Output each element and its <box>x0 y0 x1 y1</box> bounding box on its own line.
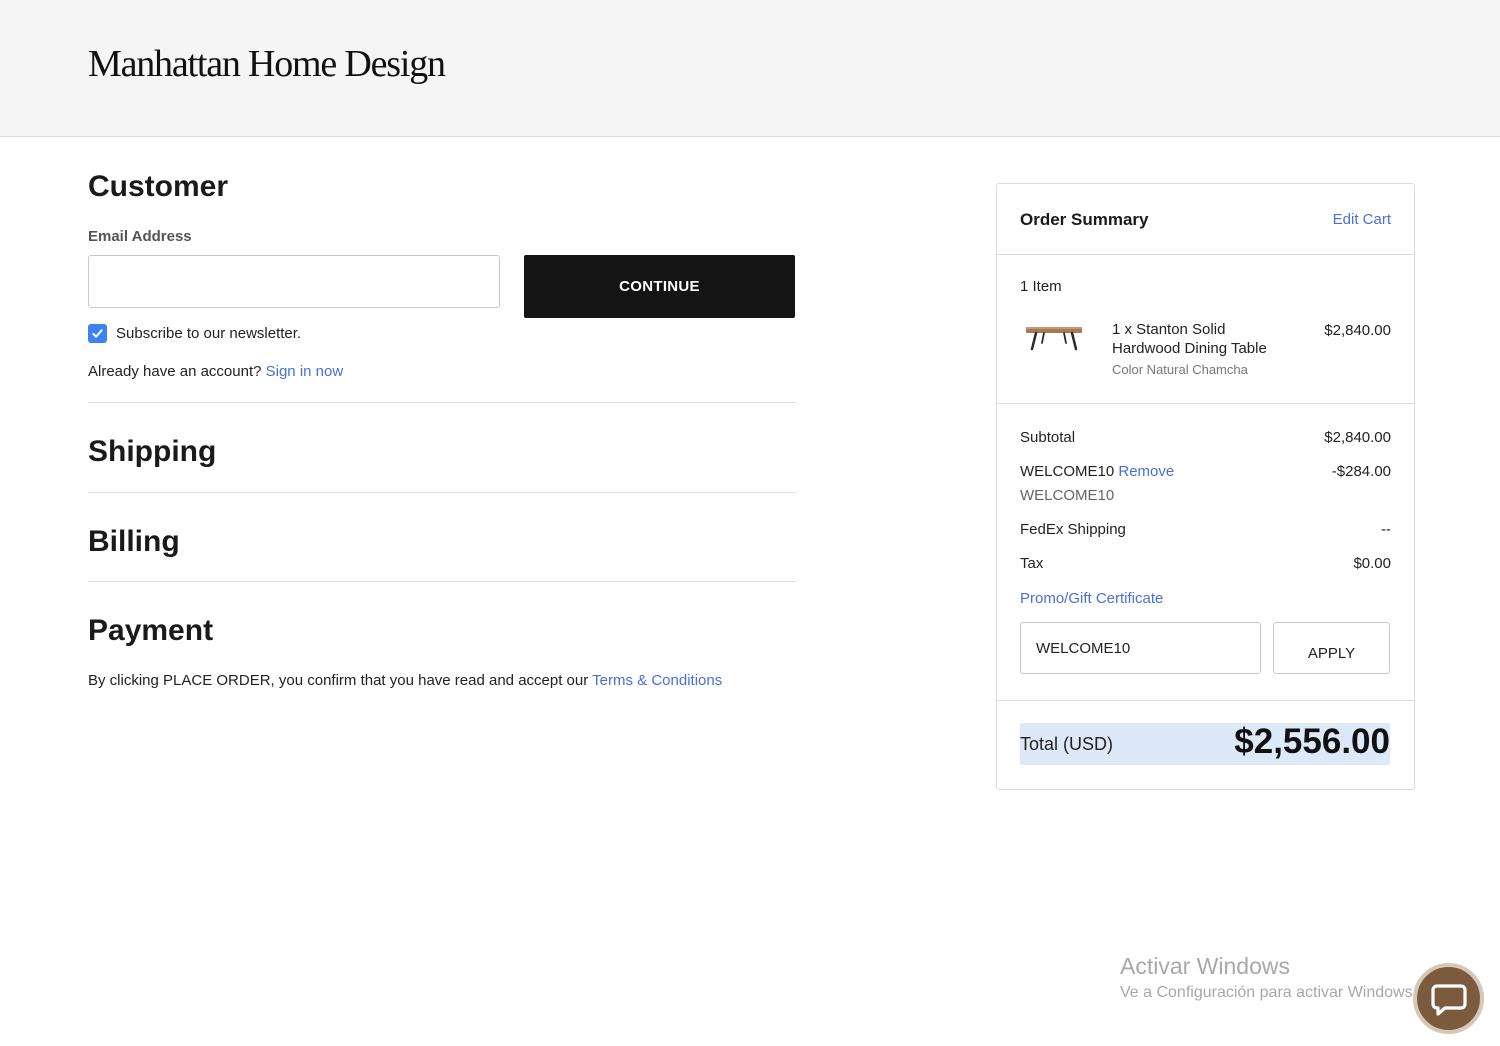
account-prompt-text: Already have an account? <box>88 363 262 380</box>
watermark-subtitle: Ve a Configuración para activar Windows. <box>1120 984 1418 1001</box>
coupon-discount-value: -$284.00 <box>1331 463 1391 480</box>
payment-section-title[interactable]: Payment <box>88 614 213 648</box>
chat-button[interactable] <box>1413 963 1484 1034</box>
order-total: Total (USD) $2,556.00 <box>1020 722 1390 765</box>
account-prompt-line: Already have an account? Sign in now <box>88 363 343 380</box>
promo-code-input[interactable] <box>1020 622 1261 674</box>
chat-bubble-icon <box>1430 983 1467 1016</box>
newsletter-option[interactable]: Subscribe to our newsletter. <box>88 324 301 343</box>
order-summary: Order Summary Edit Cart 1 Item 1 x Stant… <box>996 183 1415 790</box>
watermark-title: Activar Windows <box>1120 953 1290 979</box>
item-price: $2,840.00 <box>1324 322 1391 339</box>
sign-in-link[interactable]: Sign in now <box>266 363 344 380</box>
total-value: $2,556.00 <box>1234 722 1390 761</box>
continue-button[interactable]: CONTINUE <box>524 255 795 318</box>
section-divider <box>88 581 796 582</box>
terms-conditions-link[interactable]: Terms & Conditions <box>592 672 722 689</box>
coupon-label: WELCOME10 <box>1020 463 1115 480</box>
shipping-value: -- <box>1381 521 1391 538</box>
item-name: 1 x Stanton Solid Hardwood Dining Table <box>1112 321 1267 357</box>
tax-label: Tax <box>1020 555 1044 572</box>
apply-promo-button[interactable]: APPLY <box>1273 622 1390 674</box>
coupon-remove-link[interactable]: Remove <box>1118 463 1174 480</box>
coupon-row: WELCOME10 Remove <box>1020 463 1174 480</box>
order-summary-header: Order Summary Edit Cart <box>997 184 1414 255</box>
checkmark-icon <box>92 329 103 338</box>
payment-terms-note: By clicking PLACE ORDER, you confirm tha… <box>88 672 722 689</box>
item-variant: Color Natural Chamcha <box>1112 362 1248 377</box>
email-field[interactable] <box>88 255 500 308</box>
subtotal-value: $2,840.00 <box>1324 429 1391 446</box>
total-label: Total (USD) <box>1020 734 1114 754</box>
site-logo[interactable]: Manhattan Home Design <box>88 42 446 86</box>
shipping-section-title[interactable]: Shipping <box>88 435 216 469</box>
promo-gift-certificate-link[interactable]: Promo/Gift Certificate <box>1020 590 1163 607</box>
customer-section-title: Customer <box>88 170 229 203</box>
billing-section-title[interactable]: Billing <box>88 525 180 559</box>
email-label: Email Address <box>88 228 192 245</box>
shipping-label: FedEx Shipping <box>1020 521 1126 538</box>
summary-divider <box>997 403 1414 404</box>
section-divider <box>88 492 796 493</box>
edit-cart-link[interactable]: Edit Cart <box>1333 211 1391 228</box>
summary-divider <box>997 700 1414 701</box>
section-divider <box>88 402 796 403</box>
tax-value: $0.00 <box>1353 555 1391 572</box>
payment-note-text: By clicking PLACE ORDER, you confirm tha… <box>88 672 589 689</box>
coupon-code: WELCOME10 <box>1020 487 1115 504</box>
subtotal-label: Subtotal <box>1020 429 1076 446</box>
newsletter-checkbox[interactable] <box>88 324 107 343</box>
dining-table-thumbnail <box>1026 327 1082 351</box>
windows-activation-watermark: Activar Windows Ve a Configuración para … <box>1120 953 1417 1002</box>
newsletter-label: Subscribe to our newsletter. <box>116 325 302 342</box>
items-count: 1 Item <box>1020 278 1062 295</box>
order-summary-title: Order Summary <box>1020 210 1149 229</box>
site-header: Manhattan Home Design <box>0 0 1500 137</box>
